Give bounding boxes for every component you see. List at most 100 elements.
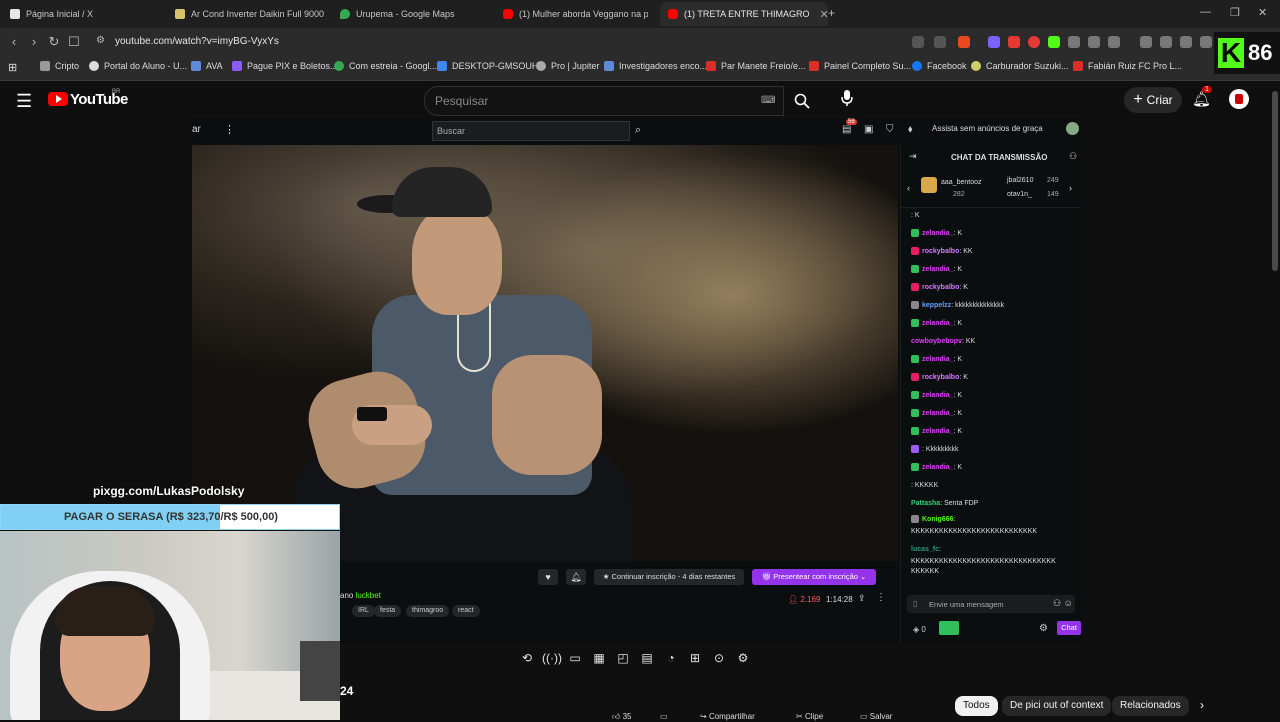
- extension-icon[interactable]: [1108, 36, 1120, 48]
- chevron-right-icon[interactable]: ›: [1200, 698, 1204, 712]
- hamburger-menu-icon[interactable]: ☰: [16, 91, 32, 112]
- bookmark-item[interactable]: Pro | Jupiter: [536, 61, 599, 71]
- chat-badge-icon: [911, 319, 919, 328]
- extension-icon[interactable]: [1068, 36, 1080, 48]
- close-tab-icon[interactable]: ✕: [820, 8, 828, 21]
- extension-icon[interactable]: [1028, 36, 1040, 48]
- page-scrollbar[interactable]: [1270, 81, 1280, 720]
- extensions-icon[interactable]: [1088, 36, 1100, 48]
- bookmark-item[interactable]: Investigadores enco...: [604, 61, 707, 71]
- site-info-icon[interactable]: ⚙: [96, 35, 105, 46]
- settings-gear-icon[interactable]: ⚙: [734, 651, 752, 665]
- youtube-logo-icon[interactable]: [48, 92, 68, 106]
- bookmark-item[interactable]: Painel Completo Su...: [809, 61, 911, 71]
- bookmark-item[interactable]: Pague PIX e Boletos...: [232, 61, 338, 71]
- cinema-icon[interactable]: ▤: [638, 651, 656, 665]
- create-label: Criar: [1146, 93, 1173, 107]
- forward-icon[interactable]: ›: [26, 34, 42, 49]
- address-bar[interactable]: ⚙ youtube.com/watch?v=imyBG-VyxYs: [90, 31, 890, 53]
- reload-icon[interactable]: ↻: [46, 34, 62, 50]
- scrollbar-thumb[interactable]: [1272, 91, 1278, 271]
- chat-username: lucas_fc: [911, 546, 940, 553]
- chip-related[interactable]: Relacionados: [1112, 696, 1189, 716]
- continue-subscription-button: ★ Continuar inscrição - 4 dias restantes: [594, 569, 744, 585]
- chat-username: zelandia_: [922, 428, 954, 435]
- close-window-icon[interactable]: ✕: [1258, 6, 1267, 19]
- create-button[interactable]: + Criar: [1124, 87, 1182, 113]
- new-tab-button[interactable]: +: [828, 6, 835, 20]
- tab-label: Ar Cond Inverter Daikin Full 9000 Bt: [191, 9, 325, 19]
- gifter-name: jbal2610: [1007, 177, 1034, 184]
- tab-label: Página Inicial / X: [26, 9, 94, 19]
- account-avatar[interactable]: [1229, 89, 1249, 109]
- screenshot-icon[interactable]: ⊙: [710, 651, 728, 665]
- chip-channel[interactable]: De pici out of context: [1002, 696, 1112, 716]
- gifter-count: 149: [1047, 191, 1059, 198]
- browser-tab[interactable]: Ar Cond Inverter Daikin Full 9000 Bt: [175, 4, 325, 24]
- brave-icon[interactable]: [958, 36, 970, 48]
- loop-icon[interactable]: ⟲: [518, 651, 536, 665]
- speed-icon[interactable]: ◔: [662, 651, 680, 665]
- site-icon: [536, 61, 546, 71]
- menu-icon[interactable]: [1200, 36, 1212, 48]
- extension-icon[interactable]: [988, 36, 1000, 48]
- top-gifters: ‹ aaa_bentooz 282 jbal2610 249 otav1n_ 1…: [901, 171, 1081, 208]
- chat-input: ▯ Envie uma mensagem ⚇ ☺: [907, 595, 1075, 613]
- chat-message: KKKKKK: [911, 567, 939, 576]
- pip-icon[interactable]: ◰: [614, 651, 632, 665]
- bookmark-item[interactable]: DESKTOP-GMSOUHF: [437, 61, 544, 71]
- bookmark-item[interactable]: Cripto: [40, 61, 79, 71]
- bookmark-label: DESKTOP-GMSOUHF: [452, 61, 544, 71]
- maximize-icon[interactable]: ❐: [1230, 6, 1240, 19]
- extension-icon[interactable]: [1008, 36, 1020, 48]
- bookmark-item[interactable]: Carburador Suzuki...: [971, 61, 1069, 71]
- chat-panel: ⇥ CHAT DA TRANSMISSÃO ⚇ ‹ aaa_bentooz 28…: [900, 145, 1081, 644]
- add-icon[interactable]: ⊞: [686, 651, 704, 665]
- download-icon[interactable]: [1140, 36, 1152, 48]
- stream-tag: IRL: [352, 605, 375, 617]
- chevron-right-icon: ›: [1069, 183, 1072, 193]
- overlay-number: 24: [340, 684, 354, 698]
- back-icon[interactable]: ‹: [6, 34, 22, 49]
- minimize-icon[interactable]: —: [1200, 6, 1211, 18]
- browser-tab[interactable]: Urupema - Google Maps: [340, 4, 490, 24]
- bookmark-icon[interactable]: ☐: [66, 34, 82, 50]
- bookmark-item[interactable]: Facebook: [912, 61, 967, 71]
- search-icon[interactable]: [783, 86, 821, 116]
- keyboard-icon[interactable]: ⌨: [761, 95, 775, 106]
- bookmark-item[interactable]: AVA: [191, 61, 223, 71]
- bookmark-item[interactable]: Fabián Ruiz FC Pro L...: [1073, 61, 1182, 71]
- channel-points: ◈ 0: [913, 625, 926, 634]
- profile-icon[interactable]: [1160, 36, 1172, 48]
- kick-nav-label: ar: [192, 124, 201, 135]
- gifter-count: 249: [1047, 177, 1059, 184]
- search-input[interactable]: Pesquisar ⌨: [424, 86, 784, 116]
- browser-tab-active[interactable]: (1) TRETA ENTRE THIMAGRO ✕: [660, 2, 828, 26]
- audio-icon[interactable]: ((·)): [542, 651, 562, 665]
- cast-icon[interactable]: [912, 36, 924, 48]
- apps-icon[interactable]: ⊞: [8, 61, 17, 74]
- bookmark-item[interactable]: Portal do Aluno - U...: [89, 61, 187, 71]
- sidebar-icon[interactable]: [1180, 36, 1192, 48]
- chip-todos[interactable]: Todos: [955, 696, 998, 716]
- bookmark-item[interactable]: Par Manete Freio/e...: [706, 61, 806, 71]
- captions-icon[interactable]: ▭: [566, 651, 584, 665]
- chat-text: : Senta FDP: [940, 500, 979, 507]
- browser-tab[interactable]: (1) Mulher aborda Veggano na praia: [503, 4, 648, 24]
- bookmark-label: Carburador Suzuki...: [986, 61, 1069, 71]
- bookmark-item[interactable]: Com estreia - Googl...: [334, 61, 437, 71]
- extension-icon[interactable]: [1048, 36, 1060, 48]
- chat-badge-icon: [911, 391, 919, 400]
- chat-message: keppelzz: kkkkkkkkkkkkkk: [911, 301, 1004, 310]
- browser-tab[interactable]: Página Inicial / X: [10, 4, 160, 24]
- share-icon[interactable]: [934, 36, 946, 48]
- filmstrip-icon[interactable]: ▦: [590, 651, 608, 665]
- chat-message: zelandia_: K: [911, 355, 962, 364]
- collapse-chat-icon: ⇥: [909, 151, 917, 161]
- microphone-icon[interactable]: [836, 89, 858, 111]
- webcam-background-object: [300, 641, 340, 701]
- url-text: youtube.com/watch?v=imyBG-VyxYs: [115, 36, 279, 47]
- like-button[interactable]: 👍︎ 35: [612, 712, 632, 722]
- chat-text: : K: [953, 428, 963, 435]
- bookmark-label: Portal do Aluno - U...: [104, 61, 188, 71]
